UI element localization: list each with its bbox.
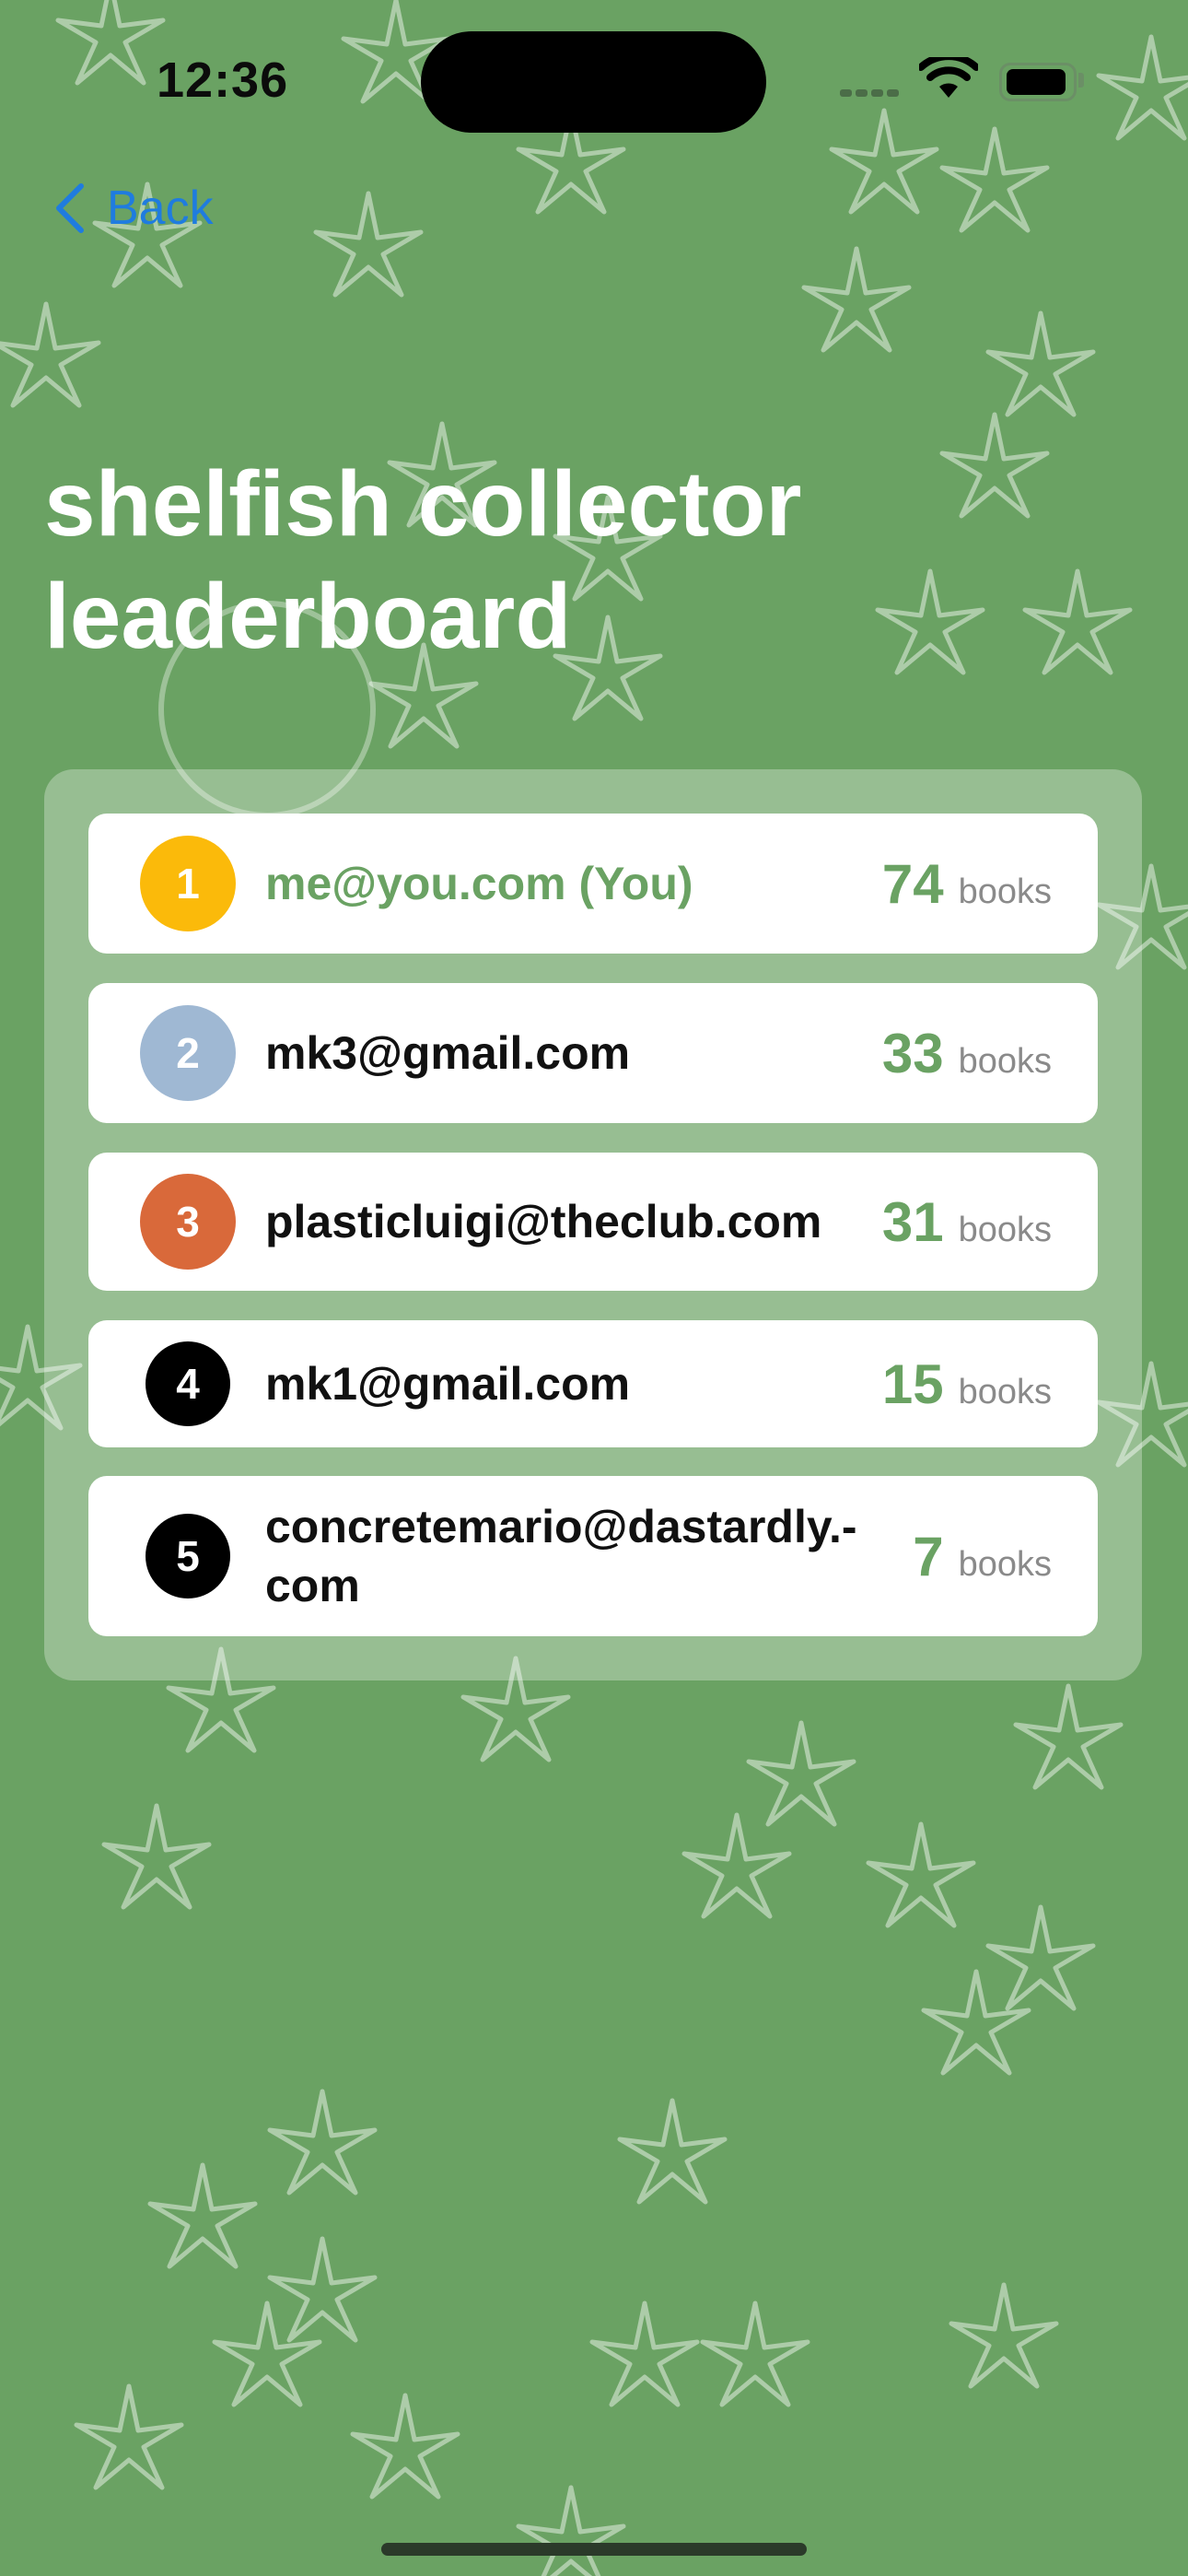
leaderboard-row-2[interactable]: 2 mk3@gmail.com 33 books [88, 983, 1098, 1123]
leaderboard-row-5[interactable]: 5 concretemario@dastardly.-com 7 books [88, 1476, 1098, 1636]
rank-badge: 2 [140, 1005, 236, 1101]
back-button[interactable]: Back [53, 181, 214, 236]
rank-badge: 1 [140, 836, 236, 931]
score-unit: books [958, 872, 1052, 911]
score-unit: books [958, 1544, 1052, 1584]
player-email: mk1@gmail.com [265, 1358, 631, 1410]
player-score: 15 books [882, 1352, 1052, 1416]
score-value: 33 [881, 1022, 944, 1084]
cellular-signal-icon [840, 85, 903, 101]
rank-badge: 4 [146, 1341, 230, 1426]
dynamic-island [421, 31, 766, 133]
status-time: 12:36 [157, 53, 289, 108]
player-score: 7 books [913, 1525, 1052, 1588]
score-unit: books [958, 1210, 1052, 1249]
score-value: 7 [913, 1525, 944, 1587]
player-score: 31 books [882, 1190, 1052, 1254]
leaderboard-panel: 1 me@you.com (You) 74 books 2 mk3@gmail.… [44, 769, 1142, 1680]
player-score: 33 books [882, 1022, 1052, 1085]
player-score: 74 books [882, 852, 1052, 916]
battery-nub [1078, 73, 1084, 88]
player-email: mk3@gmail.com [265, 1027, 631, 1079]
battery-icon [999, 63, 1077, 101]
chevron-left-icon [56, 183, 84, 233]
page-title: shelfish collector leaderboard [44, 452, 802, 668]
wifi-icon [919, 57, 978, 98]
leaderboard-row-4[interactable]: 4 mk1@gmail.com 15 books [88, 1320, 1098, 1447]
rank-badge: 3 [140, 1174, 236, 1270]
player-email: me@you.com (You) [265, 858, 693, 909]
leaderboard-row-1[interactable]: 1 me@you.com (You) 74 books [88, 814, 1098, 954]
score-value: 15 [881, 1352, 944, 1415]
rank-badge: 5 [146, 1514, 230, 1598]
score-unit: books [958, 1041, 1052, 1081]
score-value: 74 [881, 852, 944, 915]
player-email: concretemario@dastardly.-com [265, 1501, 857, 1611]
home-indicator[interactable] [381, 2543, 807, 2556]
leaderboard-row-3[interactable]: 3 plasticluigi@theclub.com 31 books [88, 1153, 1098, 1291]
score-value: 31 [881, 1190, 944, 1253]
score-unit: books [958, 1372, 1052, 1411]
back-label: Back [107, 181, 214, 235]
player-email: plasticluigi@theclub.com [265, 1196, 822, 1247]
